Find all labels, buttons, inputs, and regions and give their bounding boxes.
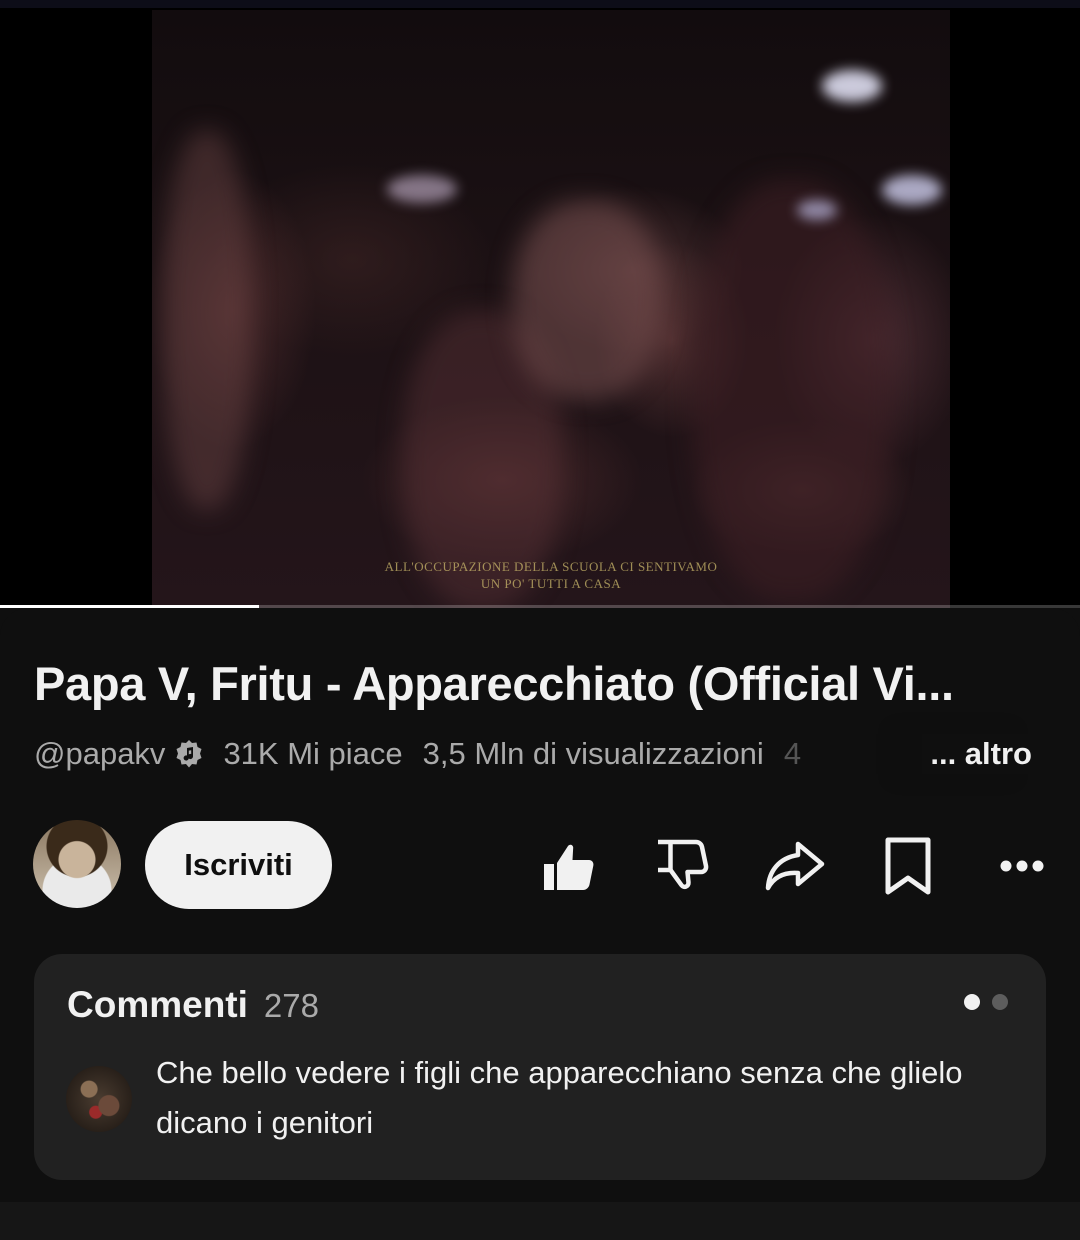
video-subtitle-line: ALL'OCCUPAZIONE DELLA SCUOLA CI SENTIVAM… [384, 559, 718, 574]
more-horizontal-icon[interactable] [990, 834, 1054, 898]
channel-handle[interactable]: @papakv [34, 736, 165, 772]
video-light [797, 200, 837, 220]
views-count: 3,5 Mln di visualizzazioni [422, 736, 764, 771]
video-subtitle-line: UN PO' TUTTI A CASA [480, 576, 622, 591]
carousel-dot-active [964, 994, 980, 1010]
share-arrow-icon[interactable] [762, 834, 826, 898]
carousel-dot [992, 994, 1008, 1010]
video-player[interactable]: ALL'OCCUPAZIONE DELLA SCUOLA CI SENTIVAM… [0, 0, 1080, 608]
commenter-avatar [66, 1066, 132, 1132]
video-frame[interactable]: ALL'OCCUPAZIONE DELLA SCUOLA CI SENTIVAM… [152, 10, 950, 608]
video-blur-figure [692, 180, 892, 600]
video-meta-row[interactable]: @papakv 31K Mi piace 3,5 Mln di visualiz… [34, 734, 1044, 774]
video-subtitle: ALL'OCCUPAZIONE DELLA SCUOLA CI SENTIVAM… [152, 558, 950, 592]
more-description-link[interactable]: ... altro [922, 734, 1032, 774]
video-light [387, 175, 457, 203]
bottom-bar [0, 1202, 1080, 1240]
video-info-panel: Papa V, Fritu - Apparecchiato (Official … [0, 608, 1080, 1202]
comments-count: 278 [263, 987, 319, 1024]
upload-age: 4 [783, 736, 802, 771]
video-blur-figure [512, 200, 662, 400]
comment-text: Che bello vedere i figli che apparecchia… [156, 1055, 963, 1140]
subscribe-button[interactable]: Iscriviti [145, 821, 332, 909]
comments-title: Commenti [67, 984, 248, 1025]
comments-card[interactable]: Commenti 278 Che bello vedere i figli ch… [34, 954, 1046, 1180]
bookmark-icon[interactable] [876, 834, 940, 898]
shorts-watch-page: ALL'OCCUPAZIONE DELLA SCUOLA CI SENTIVAM… [0, 0, 1080, 1240]
player-top-edge [0, 0, 1080, 8]
video-title[interactable]: Papa V, Fritu - Apparecchiato (Official … [34, 656, 1044, 711]
video-blur-figure [162, 130, 252, 510]
music-note-verified-icon [173, 738, 205, 770]
likes-count: 31K Mi piace [223, 736, 403, 771]
channel-avatar[interactable] [33, 820, 121, 908]
video-light [882, 175, 942, 205]
video-light [822, 70, 882, 102]
action-row: Iscriviti [0, 820, 1080, 910]
thumbs-up-filled-icon[interactable] [536, 834, 600, 898]
comments-header: Commenti 278 [67, 984, 319, 1026]
thumbs-down-icon[interactable] [650, 834, 714, 898]
carousel-dots [964, 994, 1008, 1010]
